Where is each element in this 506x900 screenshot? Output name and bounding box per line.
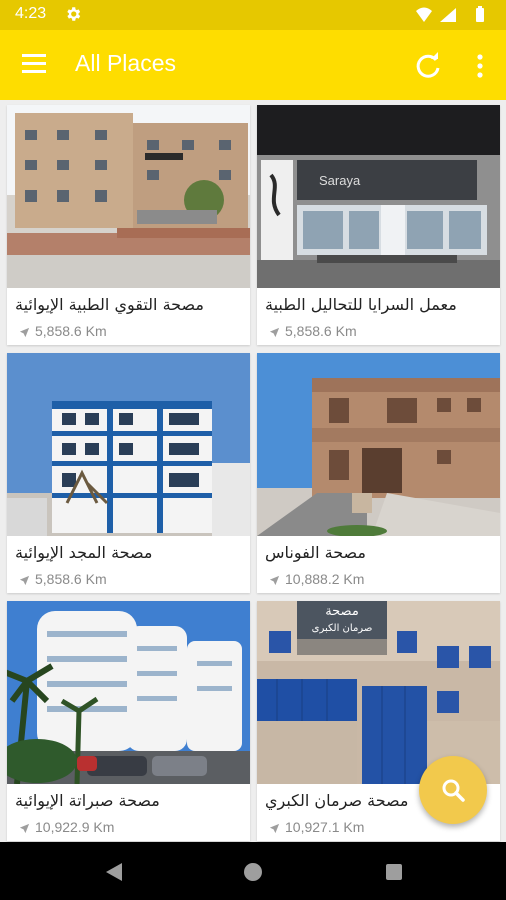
place-photo xyxy=(7,601,250,784)
status-icons xyxy=(416,6,484,22)
sorman-sign-line1: مصحة xyxy=(325,604,359,619)
place-card[interactable]: Saraya معمل السرايا للتحاليل الطبية 5,85… xyxy=(257,105,500,345)
search-fab-button[interactable] xyxy=(419,756,487,824)
places-grid: مصحة التقوي الطبية الإيوائية 5,858.6 Km … xyxy=(0,100,506,842)
navigation-arrow-icon xyxy=(269,575,280,586)
search-icon xyxy=(442,779,465,802)
place-distance: 5,858.6 Km xyxy=(35,323,107,339)
sorman-sign-line2: صرمان الكبرى xyxy=(312,623,373,634)
saraya-sign: Saraya xyxy=(319,173,361,188)
signal-icon xyxy=(440,8,456,22)
settings-gear-icon xyxy=(67,7,81,21)
recent-apps-icon[interactable] xyxy=(385,863,403,881)
place-photo xyxy=(257,353,500,536)
place-card[interactable]: مصحة المجد الإيوائية 5,858.6 Km xyxy=(7,353,250,593)
place-photo xyxy=(7,105,250,288)
place-photo xyxy=(7,353,250,536)
place-photo: مصحة صرمان الكبرى xyxy=(257,601,500,784)
place-card[interactable]: مصحة صبراتة الإيوائية 10,922.9 Km xyxy=(7,601,250,841)
navigation-arrow-icon xyxy=(19,327,30,338)
place-distance: 5,858.6 Km xyxy=(285,323,357,339)
navigation-arrow-icon xyxy=(269,823,280,834)
home-icon[interactable] xyxy=(243,862,263,882)
place-name: مصحة المجد الإيوائية xyxy=(15,543,153,562)
place-photo: Saraya xyxy=(257,105,500,288)
place-card[interactable]: مصحة التقوي الطبية الإيوائية 5,858.6 Km xyxy=(7,105,250,345)
place-distance: 5,858.6 Km xyxy=(35,571,107,587)
battery-icon xyxy=(476,8,484,22)
status-time: 4:23 xyxy=(15,5,47,22)
refresh-icon[interactable] xyxy=(410,48,446,84)
place-name: مصحة التقوي الطبية الإيوائية xyxy=(15,295,204,314)
place-distance: 10,888.2 Km xyxy=(285,571,365,587)
place-name: مصحة الفوناس xyxy=(265,543,366,562)
navigation-arrow-icon xyxy=(19,823,30,834)
place-distance: 10,927.1 Km xyxy=(285,819,365,835)
place-card[interactable]: مصحة الفوناس 10,888.2 Km xyxy=(257,353,500,593)
wifi-icon xyxy=(416,7,432,22)
place-name: مصحة صبراتة الإيوائية xyxy=(15,791,160,810)
more-vert-icon[interactable] xyxy=(466,48,494,84)
back-icon[interactable] xyxy=(104,861,124,883)
system-nav-bar xyxy=(0,842,506,900)
menu-icon[interactable] xyxy=(14,50,56,80)
page-title: All Places xyxy=(75,50,176,76)
status-bar: 4:23 xyxy=(0,0,506,30)
place-distance: 10,922.9 Km xyxy=(35,819,115,835)
navigation-arrow-icon xyxy=(269,327,280,338)
place-name: معمل السرايا للتحاليل الطبية xyxy=(265,295,457,314)
app-bar: All Places xyxy=(0,30,506,100)
navigation-arrow-icon xyxy=(19,575,30,586)
